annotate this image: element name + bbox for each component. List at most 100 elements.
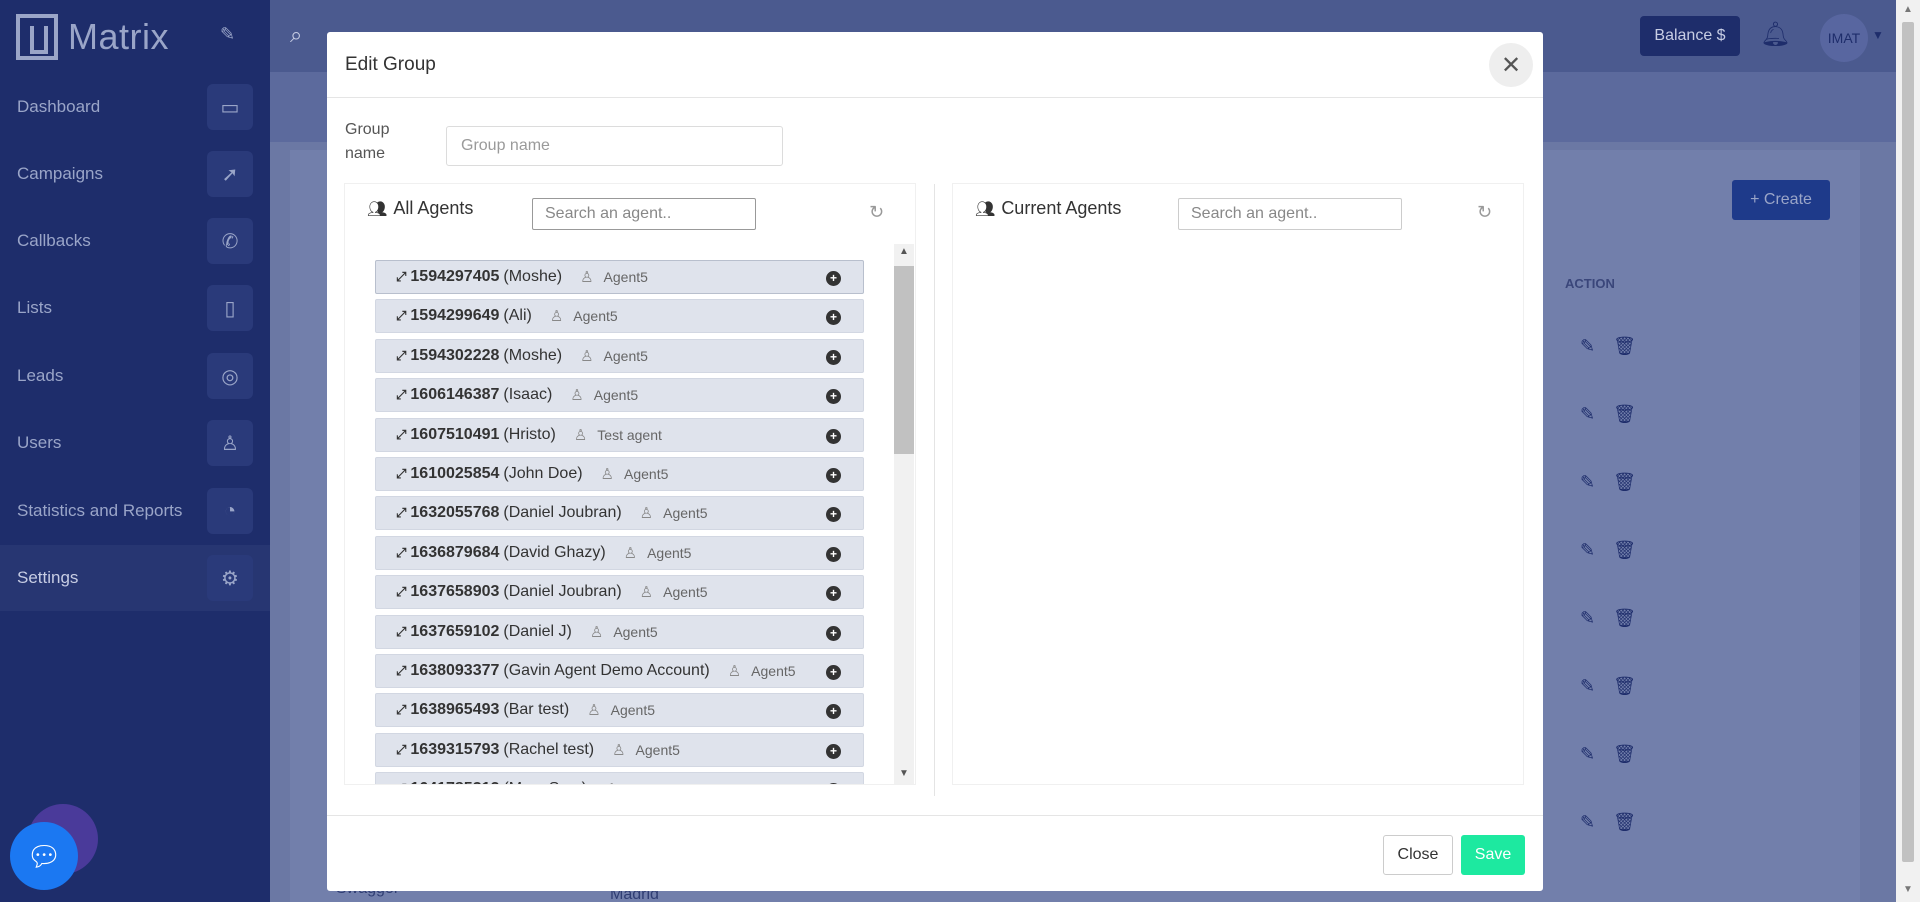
drag-handle-icon[interactable]: ⤢ <box>396 466 406 482</box>
edit-icon[interactable]: ✎ <box>1580 336 1595 357</box>
agent-row[interactable]: ⤢ 1636879684 (David Ghazy) ♙ Agent5 + <box>375 535 864 570</box>
add-agent-icon[interactable]: + <box>826 389 841 405</box>
edit-icon[interactable]: ✎ <box>1580 744 1595 765</box>
drag-handle-icon[interactable]: ⤢ <box>396 584 406 600</box>
agent-row[interactable]: ⤢ 1638093377 (Gavin Agent Demo Account) ♙ Ag… <box>375 653 864 688</box>
agent-row[interactable]: ⤢ 1637658903 (Daniel Joubran) ♙ Agent5 + <box>375 575 864 610</box>
agent-row[interactable]: ⤢ 1610025854 (John Doe) ♙ Agent5 + <box>375 456 864 491</box>
person-icon: ♙ <box>605 780 618 784</box>
drag-handle-icon[interactable]: ⤢ <box>396 308 406 324</box>
sidebar-item-leads[interactable]: Leads ◎ <box>0 343 270 409</box>
drag-handle-icon[interactable]: ⤢ <box>396 742 406 758</box>
sidebar-item-label: Statistics and Reports <box>17 501 183 520</box>
add-agent-icon[interactable]: + <box>826 783 841 784</box>
sidebar-item-callbacks[interactable]: Callbacks ✆ <box>0 208 270 274</box>
row-actions: ✎ 🗑︎ <box>1580 676 1636 697</box>
add-agent-icon[interactable]: + <box>826 428 841 444</box>
drag-handle-icon[interactable]: ⤢ <box>396 545 406 561</box>
add-agent-icon[interactable]: + <box>826 467 841 483</box>
add-agent-icon[interactable]: + <box>826 349 841 365</box>
agent-row[interactable]: ⤢ 1641785312 (Mary Sm..) ♙ Agent5 + <box>375 772 864 784</box>
add-agent-icon[interactable]: + <box>826 507 841 523</box>
sidebar-item-campaigns[interactable]: Campaigns ➚ <box>0 141 270 207</box>
group-name-input[interactable] <box>446 126 783 166</box>
refresh-icon[interactable]: ↻ <box>869 202 884 223</box>
trash-icon[interactable]: 🗑︎ <box>1613 676 1636 697</box>
agent-row[interactable]: ⤢ 1594299649 (Ali) ♙ Agent5 + <box>375 299 864 334</box>
agent-row[interactable]: ⤢ 1594297405 (Moshe) ♙ Agent5 + <box>375 260 864 294</box>
scroll-down-icon[interactable]: ▼ <box>899 768 909 779</box>
add-agent-icon[interactable]: + <box>826 271 841 286</box>
all-agents-title-text: All Agents <box>393 198 474 218</box>
sidebar-item-dashboard[interactable]: Dashboard ▭ <box>0 74 270 140</box>
trash-icon[interactable]: 🗑︎ <box>1613 744 1636 765</box>
edit-icon[interactable]: ✎ <box>1580 404 1595 425</box>
sidebar-item-users[interactable]: Users ♙ <box>0 410 270 476</box>
drag-handle-icon[interactable]: ⤢ <box>396 427 406 443</box>
agent-row[interactable]: ⤢ 1639315793 (Rachel test) ♙ Agent5 + <box>375 732 864 767</box>
agent-row[interactable]: ⤢ 1606146387 (Isaac) ♙ Agent5 + <box>375 378 864 413</box>
close-button[interactable]: Close <box>1383 835 1453 875</box>
page-scrollbar[interactable]: ▲ ▼ <box>1896 0 1920 902</box>
add-agent-icon[interactable]: + <box>826 664 841 680</box>
agent-row[interactable]: ⤢ 1632055768 (Daniel Joubran) ♙ Agent5 + <box>375 496 864 531</box>
chevron-down-icon[interactable]: ▼ <box>1872 28 1884 42</box>
add-agent-icon[interactable]: + <box>826 743 841 759</box>
agent-number: 1636879684 <box>410 543 500 561</box>
edit-icon[interactable]: ✎ <box>1580 608 1595 629</box>
drag-handle-icon[interactable]: ⤢ <box>396 781 406 784</box>
users-icon: 👥︎ <box>975 200 996 218</box>
drag-handle-icon[interactable]: ⤢ <box>396 624 406 640</box>
scroll-up-icon[interactable]: ▲ <box>1903 4 1913 15</box>
agent-role: Agent5 <box>603 347 648 364</box>
bell-icon[interactable]: 🔔︎ <box>1760 20 1790 49</box>
current-agents-search-input[interactable] <box>1178 198 1402 230</box>
trash-icon[interactable]: 🗑︎ <box>1613 472 1636 493</box>
drag-handle-icon[interactable]: ⤢ <box>396 269 406 285</box>
drag-handle-icon[interactable]: ⤢ <box>396 505 406 521</box>
create-button[interactable]: + Create <box>1732 180 1830 220</box>
agents-list-scrollbar[interactable]: ▲ ▼ <box>894 244 914 784</box>
add-agent-icon[interactable]: + <box>826 625 841 641</box>
trash-icon[interactable]: 🗑︎ <box>1613 540 1636 561</box>
drag-handle-icon[interactable]: ⤢ <box>396 663 406 679</box>
chat-icon[interactable]: 💬︎ <box>10 822 78 890</box>
agent-row[interactable]: ⤢ 1637659102 (Daniel J) ♙ Agent5 + <box>375 614 864 649</box>
trash-icon[interactable]: 🗑︎ <box>1613 404 1636 425</box>
agent-row[interactable]: ⤢ 1594302228 (Moshe) ♙ Agent5 + <box>375 338 864 373</box>
trash-icon[interactable]: 🗑︎ <box>1613 608 1636 629</box>
avatar[interactable]: IMAT <box>1820 14 1868 62</box>
drag-handle-icon[interactable]: ⤢ <box>396 348 406 364</box>
balance-button[interactable]: Balance $ <box>1640 16 1740 56</box>
close-icon[interactable]: ✕ <box>1489 43 1533 87</box>
edit-icon[interactable]: ✎ <box>1580 540 1595 561</box>
sidebar-item-statistics[interactable]: Statistics and Reports ◔ <box>0 478 270 544</box>
drag-handle-icon[interactable]: ⤢ <box>396 387 406 403</box>
refresh-icon[interactable]: ↻ <box>1477 202 1492 223</box>
person-icon: ♙ <box>639 505 654 523</box>
add-agent-icon[interactable]: + <box>826 586 841 602</box>
add-agent-icon[interactable]: + <box>826 310 841 326</box>
scroll-up-icon[interactable]: ▲ <box>899 246 909 257</box>
scrollbar-thumb[interactable] <box>894 266 914 454</box>
add-agent-icon[interactable]: + <box>826 546 841 562</box>
trash-icon[interactable]: 🗑︎ <box>1613 812 1636 833</box>
scrollbar-thumb[interactable] <box>1902 22 1914 862</box>
edit-icon[interactable]: ✎ <box>1580 676 1595 697</box>
add-agent-icon[interactable]: + <box>826 704 841 720</box>
drag-handle-icon[interactable]: ⤢ <box>396 702 406 718</box>
agent-number: 1606146387 <box>410 386 500 404</box>
agent-row[interactable]: ⤢ 1638965493 (Bar test) ♙ Agent5 + <box>375 693 864 728</box>
all-agents-search-input[interactable] <box>532 198 756 230</box>
scroll-down-icon[interactable]: ▼ <box>1903 884 1913 895</box>
save-button[interactable]: Save <box>1461 835 1525 875</box>
trash-icon[interactable]: 🗑︎ <box>1613 336 1636 357</box>
edit-icon[interactable]: ✎ <box>1580 472 1595 493</box>
agent-row[interactable]: ⤢ 1607510491 (Hristo) ♙ Test agent + <box>375 417 864 452</box>
pin-icon[interactable]: ✎ <box>220 24 235 45</box>
sidebar-item-settings[interactable]: Settings ⚙ <box>0 545 270 611</box>
sidebar-item-lists[interactable]: Lists ▯ <box>0 275 270 341</box>
edit-icon[interactable]: ✎ <box>1580 812 1595 833</box>
brand-logo[interactable]: Matrix <box>16 12 169 62</box>
search-icon[interactable]: ⌕ <box>290 22 302 48</box>
